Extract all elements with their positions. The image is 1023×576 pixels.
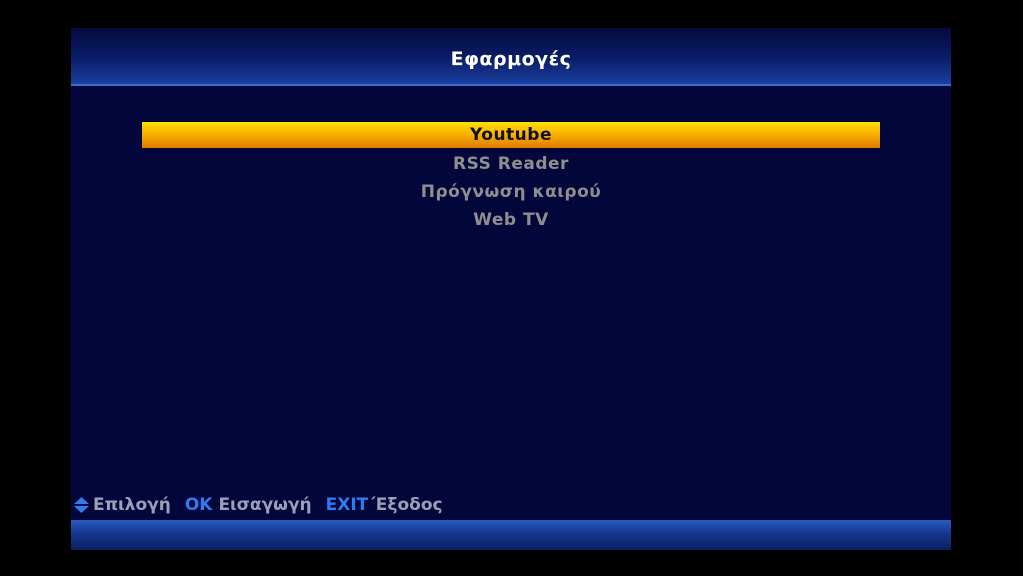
enter-hint-label: Εισαγωγή [218, 495, 312, 515]
header-bar: Εφαρμογές [71, 28, 951, 86]
applications-panel: Εφαρμογές Youtube RSS Reader Πρόγνωση κα… [71, 28, 951, 550]
up-down-arrows-icon [73, 496, 90, 514]
menu-item-rss-reader[interactable]: RSS Reader [142, 150, 880, 178]
applications-menu: Youtube RSS Reader Πρόγνωση καιρού Web T… [142, 122, 880, 234]
ok-key-label: OK [184, 495, 213, 515]
footer-bar [71, 520, 951, 550]
menu-item-youtube[interactable]: Youtube [142, 122, 880, 148]
page-title: Εφαρμογές [450, 48, 572, 70]
menu-item-weather-forecast[interactable]: Πρόγνωση καιρού [142, 178, 880, 206]
tv-screen: Εφαρμογές Youtube RSS Reader Πρόγνωση κα… [0, 0, 1023, 576]
menu-item-web-tv[interactable]: Web TV [142, 206, 880, 234]
select-hint-label: Επιλογή [93, 495, 171, 515]
exit-key-label: EXIT [325, 495, 369, 515]
key-hints: Επιλογή OK Εισαγωγή EXIT ΄Εξοδος [73, 494, 457, 516]
exit-hint-label: ΄Εξοδος [368, 495, 443, 515]
